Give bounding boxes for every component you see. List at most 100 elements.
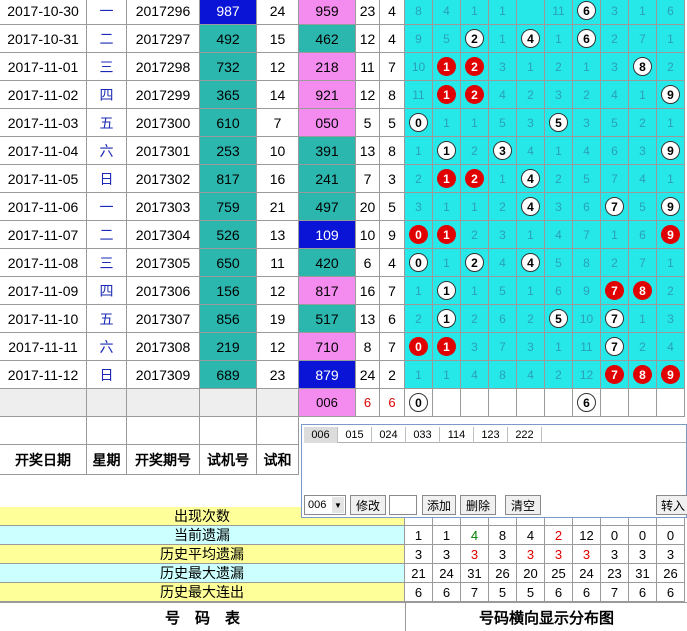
miss-count: 7 (639, 31, 646, 46)
row-n1: 12 (356, 25, 380, 53)
stat-value: 0 (629, 526, 657, 545)
miss-count: 3 (555, 199, 562, 214)
dist-cell: 3 (489, 221, 517, 249)
pending-issue (127, 389, 200, 417)
miss-count: 7 (499, 339, 506, 354)
miss-count: 1 (555, 143, 562, 158)
stat-value: 6 (545, 583, 573, 602)
dist-cell: 4 (517, 361, 545, 389)
row-num: 817 (299, 277, 356, 305)
row-week: 一 (87, 0, 127, 25)
dist-cell: 2 (461, 137, 489, 165)
row-n2: 4 (380, 25, 405, 53)
dist-ball: 9 (661, 141, 680, 160)
header-week: 星期 (87, 445, 127, 475)
row-issue: 2017304 (127, 221, 200, 249)
miss-count: 3 (555, 87, 562, 102)
combo-tab[interactable]: 222 (508, 427, 542, 443)
miss-count: 1 (583, 59, 590, 74)
stat-label: 历史最大遗漏 (0, 564, 405, 583)
dist-cell: 5 (545, 249, 573, 277)
miss-count: 5 (443, 31, 450, 46)
dist-cell (517, 0, 545, 25)
miss-count: 1 (499, 3, 506, 18)
miss-count: 2 (471, 143, 478, 158)
miss-count: 3 (611, 59, 618, 74)
row-num: 391 (299, 137, 356, 165)
dist-cell: 1 (545, 137, 573, 165)
dist-cell: 1 (629, 0, 657, 25)
dist-ball: 1 (437, 309, 456, 328)
dist-ball: 0 (409, 113, 428, 132)
stat-label: 当前遗漏 (0, 526, 405, 545)
row-sum: 13 (257, 221, 299, 249)
dist-ball: 1 (437, 57, 456, 76)
miss-count: 2 (555, 171, 562, 186)
dist-cell: 4 (601, 81, 629, 109)
dist-cell: 12 (573, 361, 601, 389)
delete-button[interactable]: 删除 (460, 495, 496, 515)
clear-button[interactable]: 清空 (505, 495, 541, 515)
miss-count: 2 (611, 31, 618, 46)
dist-cell: 5 (601, 109, 629, 137)
modify-button[interactable]: 修改 (350, 495, 386, 515)
combo-tab[interactable]: 006 (304, 427, 338, 443)
miss-count: 4 (499, 255, 506, 270)
row-date: 2017-11-07 (0, 221, 87, 249)
add-button[interactable]: 添加 (422, 495, 456, 515)
row-n1: 13 (356, 305, 380, 333)
row-n2: 8 (380, 137, 405, 165)
row-sum: 15 (257, 25, 299, 53)
dist-cell: 1 (461, 193, 489, 221)
transfer-button[interactable]: 转入 (656, 495, 687, 515)
pending-sum (257, 389, 299, 417)
row-issue: 2017305 (127, 249, 200, 277)
dist-ball: 4 (521, 29, 540, 48)
row-issue: 2017306 (127, 277, 200, 305)
miss-count: 2 (667, 283, 674, 298)
dist-cell: 1 (461, 277, 489, 305)
combo-tab[interactable]: 114 (440, 427, 474, 443)
dist-ball: 0 (409, 337, 428, 356)
miss-count: 5 (583, 171, 590, 186)
miss-count: 2 (639, 115, 646, 130)
dist-cell: 1 (545, 333, 573, 361)
miss-count: 1 (471, 115, 478, 130)
dist-ball: 2 (465, 253, 484, 272)
dist-cell: 1 (433, 53, 461, 81)
dist-cell: 9 (573, 277, 601, 305)
stat-value: 5 (517, 583, 545, 602)
stat-value: 3 (517, 545, 545, 564)
stat-value: 2 (545, 526, 573, 545)
dist-cell: 11 (573, 333, 601, 361)
miss-count: 1 (667, 115, 674, 130)
miss-count: 2 (499, 199, 506, 214)
row-n1: 12 (356, 81, 380, 109)
row-issue: 2017302 (127, 165, 200, 193)
combo-tab[interactable]: 015 (338, 427, 372, 443)
combo-select[interactable]: 006 ▼ (304, 495, 346, 515)
dist-cell: 2 (461, 81, 489, 109)
dist-ball: 1 (437, 169, 456, 188)
dist-cell: 1 (489, 25, 517, 53)
dist-cell: 1 (601, 221, 629, 249)
dist-cell: 7 (601, 361, 629, 389)
dist-cell: 1 (433, 193, 461, 221)
row-date: 2017-11-06 (0, 193, 87, 221)
combo-input[interactable] (389, 495, 417, 515)
combo-tab[interactable]: 024 (372, 427, 406, 443)
miss-count: 6 (639, 227, 646, 242)
combo-tab[interactable]: 123 (474, 427, 508, 443)
row-week: 三 (87, 53, 127, 81)
dist-ball: 8 (633, 281, 652, 300)
dist-cell: 9 (405, 25, 433, 53)
dist-ball: 1 (437, 141, 456, 160)
miss-count: 1 (443, 199, 450, 214)
combo-tab[interactable]: 033 (406, 427, 440, 443)
row-test: 759 (200, 193, 257, 221)
combo-list-area[interactable] (304, 444, 686, 490)
row-num: 959 (299, 0, 356, 25)
row-test: 526 (200, 221, 257, 249)
dist-cell: 1 (433, 81, 461, 109)
row-n1: 5 (356, 109, 380, 137)
